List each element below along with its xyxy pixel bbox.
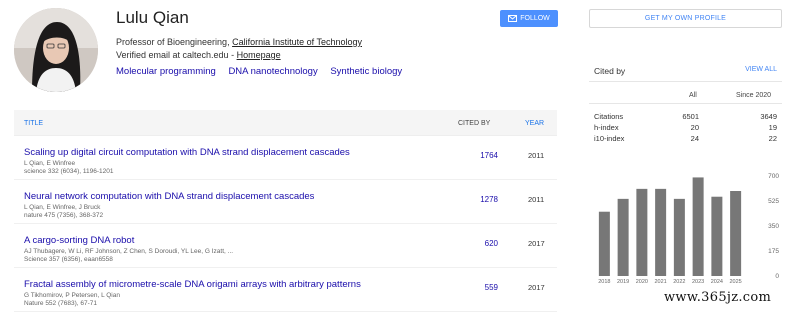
chart-bar[interactable] bbox=[655, 188, 667, 276]
x-tick-label: 2021 bbox=[655, 279, 667, 285]
affiliation-link[interactable]: California Institute of Technology bbox=[232, 37, 362, 47]
cited-count-link[interactable]: 1764 bbox=[464, 151, 498, 160]
chart-bar[interactable] bbox=[692, 177, 704, 276]
table-row: Neural network computation with DNA stra… bbox=[14, 180, 557, 224]
article-authors: L Qian, E Winfree, J Bruck bbox=[24, 204, 101, 211]
article-venue: Nature 552 (7683), 67-71 bbox=[24, 300, 97, 307]
cited-by-panel: Cited by VIEW ALL All Since 2020 Citatio… bbox=[589, 58, 782, 144]
sort-by-title-header[interactable]: TITLE bbox=[24, 120, 43, 127]
article-authors: AJ Thubagere, W Li, RF Johnson, Z Chen, … bbox=[24, 248, 234, 255]
stats-column-headers: All Since 2020 bbox=[589, 82, 782, 104]
article-year: 2017 bbox=[528, 283, 545, 292]
y-tick-label: 350 bbox=[768, 223, 779, 230]
table-row: Scaling up digital circuit computation w… bbox=[14, 136, 557, 180]
article-venue: science 332 (6034), 1196-1201 bbox=[24, 168, 114, 175]
view-all-link[interactable]: VIEW ALL bbox=[745, 66, 777, 73]
article-title-link[interactable]: Neural network computation with DNA stra… bbox=[24, 191, 314, 202]
cited-by-header: Cited by VIEW ALL bbox=[589, 58, 782, 82]
stats-row: h-index 20 19 bbox=[589, 122, 782, 133]
affiliation-line: Professor of Bioengineering, California … bbox=[116, 36, 486, 49]
x-tick-label: 2022 bbox=[673, 279, 685, 285]
stat-all: 6501 bbox=[682, 112, 699, 121]
column-all: All bbox=[689, 92, 697, 99]
follow-button[interactable]: FOLLOW bbox=[500, 10, 558, 27]
interest-link[interactable]: DNA nanotechnology bbox=[228, 66, 317, 77]
y-tick-label: 700 bbox=[768, 173, 779, 180]
stat-label: h-index bbox=[594, 123, 619, 132]
homepage-link[interactable]: Homepage bbox=[237, 50, 281, 60]
chart-bar[interactable] bbox=[617, 198, 629, 276]
table-row: Fractal assembly of micrometre-scale DNA… bbox=[14, 268, 557, 312]
x-tick-label: 2018 bbox=[598, 279, 610, 285]
x-tick-label: 2023 bbox=[692, 279, 704, 285]
y-tick-label: 175 bbox=[768, 248, 779, 255]
email-line: Verified email at caltech.edu - Homepage bbox=[116, 49, 486, 62]
y-tick-label: 0 bbox=[775, 273, 779, 280]
article-year: 2017 bbox=[528, 239, 545, 248]
stat-all: 20 bbox=[690, 123, 699, 132]
cited-count-link[interactable]: 559 bbox=[464, 283, 498, 292]
avatar-photo bbox=[14, 8, 98, 92]
email-text: Verified email at caltech.edu - bbox=[116, 50, 237, 60]
article-year: 2011 bbox=[528, 151, 545, 160]
stats-row: i10-index 24 22 bbox=[589, 133, 782, 144]
stat-label: Citations bbox=[594, 112, 624, 121]
avatar bbox=[14, 8, 98, 92]
x-tick-label: 2024 bbox=[711, 279, 723, 285]
table-row: A cargo-sorting DNA robot AJ Thubagere, … bbox=[14, 224, 557, 268]
stat-label: i10-index bbox=[594, 134, 625, 143]
sort-by-year-header[interactable]: YEAR bbox=[525, 120, 544, 127]
watermark-text: www.365jz.com bbox=[664, 290, 772, 305]
profile-name: Lulu Qian bbox=[116, 8, 189, 27]
get-profile-label: GET MY OWN PROFILE bbox=[644, 15, 727, 22]
y-tick-label: 525 bbox=[768, 198, 779, 205]
article-year: 2011 bbox=[528, 195, 545, 204]
x-tick-label: 2025 bbox=[730, 279, 742, 285]
article-authors: L Qian, E Winfree bbox=[24, 160, 76, 167]
table-header: TITLE CITED BY YEAR bbox=[14, 110, 557, 136]
column-since-2020: Since 2020 bbox=[736, 92, 772, 99]
chart-bar[interactable] bbox=[730, 191, 742, 276]
article-authors: G Tikhomirov, P Petersen, L Qian bbox=[24, 292, 120, 299]
affiliation-text: Professor of Bioengineering, bbox=[116, 37, 233, 47]
stat-since: 22 bbox=[768, 134, 777, 143]
stats-row: Citations 6501 3649 bbox=[589, 111, 782, 122]
stat-since: 3649 bbox=[760, 112, 777, 121]
chart-bar[interactable] bbox=[636, 188, 648, 276]
x-tick-label: 2019 bbox=[617, 279, 629, 285]
mail-icon bbox=[508, 15, 518, 22]
article-venue: Science 357 (6356), eaan6558 bbox=[24, 256, 113, 263]
profile-info: Lulu Qian Professor of Bioengineering, C… bbox=[116, 8, 486, 77]
chart-bar[interactable] bbox=[673, 198, 685, 276]
get-my-own-profile-button[interactable]: GET MY OWN PROFILE bbox=[589, 9, 782, 28]
x-tick-label: 2020 bbox=[636, 279, 648, 285]
article-title-link[interactable]: Fractal assembly of micrometre-scale DNA… bbox=[24, 279, 361, 290]
interest-link[interactable]: Synthetic biology bbox=[330, 66, 402, 77]
stat-all: 24 bbox=[690, 134, 699, 143]
citations-per-year-chart: 700 525 350 175 0 2018 2019 2020 2021 2022 2023 202… bbox=[598, 173, 779, 285]
article-venue: nature 475 (7356), 368-372 bbox=[24, 212, 104, 219]
chart-bar[interactable] bbox=[598, 211, 610, 276]
stat-since: 19 bbox=[768, 123, 777, 132]
follow-label: FOLLOW bbox=[520, 15, 550, 22]
article-title-link[interactable]: A cargo-sorting DNA robot bbox=[24, 235, 134, 246]
cited-by-title: Cited by bbox=[594, 66, 626, 76]
research-interests: Molecular programming DNA nanotechnology… bbox=[116, 66, 486, 77]
sort-by-cited-header[interactable]: CITED BY bbox=[458, 120, 490, 127]
cited-count-link[interactable]: 1278 bbox=[464, 195, 498, 204]
cited-count-link[interactable]: 620 bbox=[464, 239, 498, 248]
interest-link[interactable]: Molecular programming bbox=[116, 66, 216, 77]
chart-bar[interactable] bbox=[711, 196, 723, 276]
articles-table: TITLE CITED BY YEAR Scaling up digital c… bbox=[14, 110, 557, 312]
article-title-link[interactable]: Scaling up digital circuit computation w… bbox=[24, 147, 350, 158]
